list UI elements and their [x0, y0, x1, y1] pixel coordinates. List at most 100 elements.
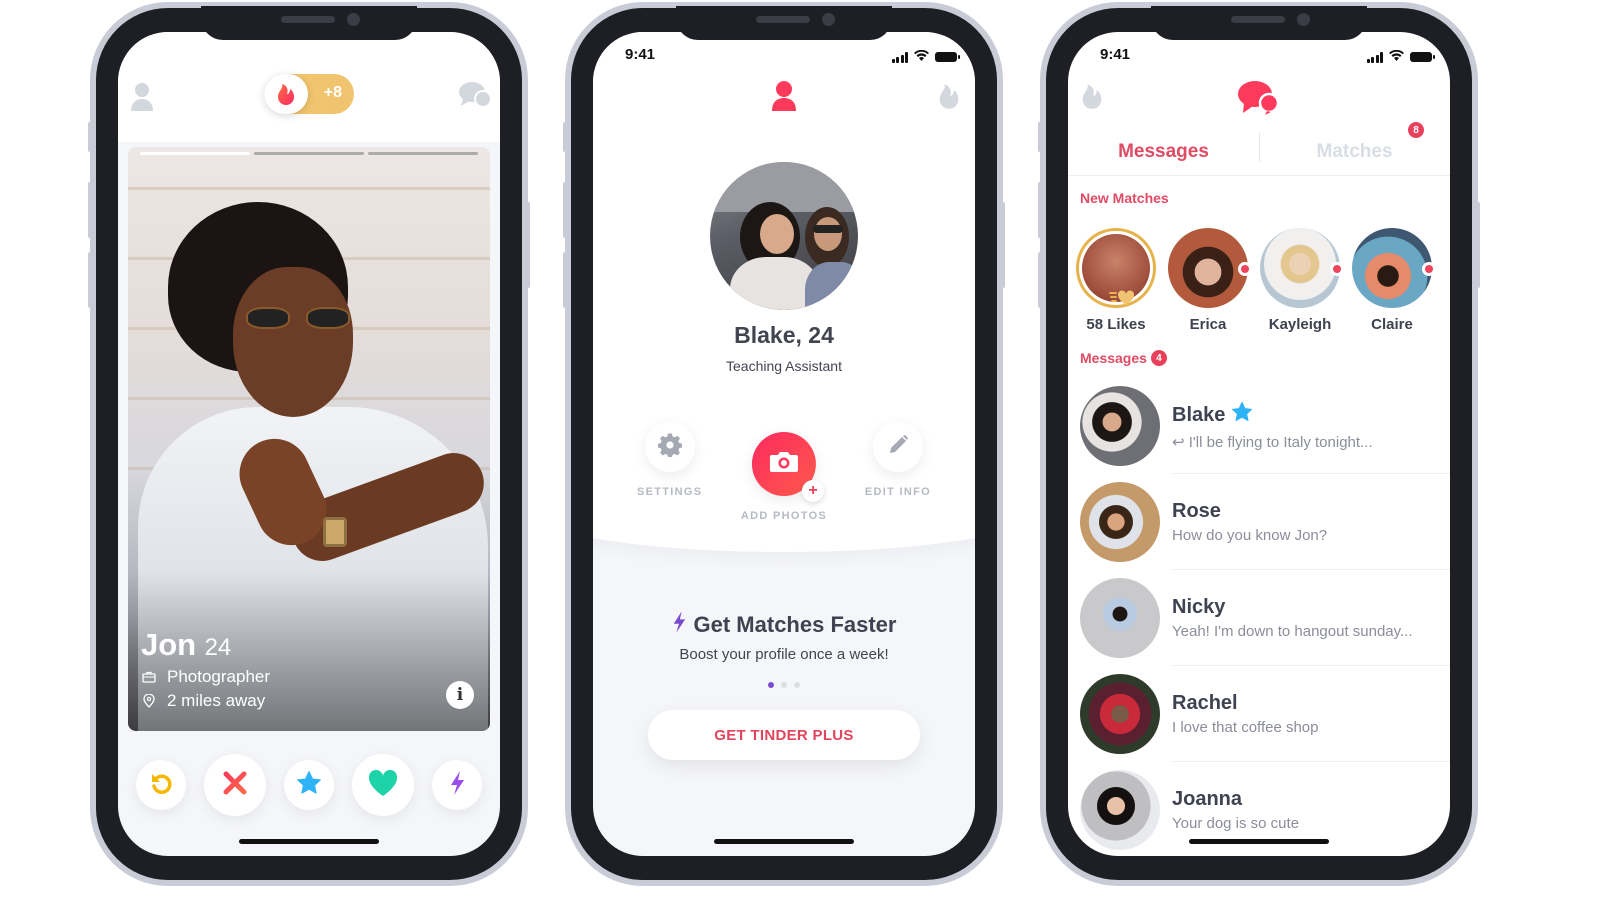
- photo-indicator: [254, 152, 364, 155]
- messages-section-label: Messages 4: [1080, 350, 1167, 366]
- gold-toggle[interactable]: +8: [264, 74, 354, 114]
- message-preview: I love that coffee shop: [1172, 719, 1319, 736]
- match-item[interactable]: Kayleigh: [1260, 228, 1344, 333]
- phone-side-button: [563, 252, 567, 308]
- promo-title: Get Matches Faster: [593, 610, 975, 640]
- message-row[interactable]: Nicky Yeah! I'm down to hangout sunday..…: [1068, 570, 1450, 666]
- phone-notch: [201, 6, 417, 40]
- location-pin-icon: [141, 694, 157, 708]
- like-button[interactable]: [352, 754, 414, 816]
- briefcase-icon: [141, 670, 157, 684]
- rewind-icon: [149, 771, 173, 800]
- new-matches-row[interactable]: 58 Likes Erica Kayleigh Claire: [1076, 228, 1436, 333]
- home-indicator[interactable]: [714, 839, 854, 844]
- wifi-icon: [914, 48, 929, 66]
- add-photos-button[interactable]: + ADD PHOTOS: [741, 432, 827, 522]
- card-distance: 2 miles away: [167, 691, 266, 710]
- tab-matches[interactable]: Matches 8: [1259, 122, 1450, 175]
- message-name: Nicky: [1172, 596, 1226, 618]
- top-nav: +8: [118, 32, 500, 142]
- profile-icon[interactable]: [130, 82, 154, 117]
- message-preview: Your dog is so cute: [1172, 815, 1300, 832]
- match-name: Claire: [1371, 316, 1413, 333]
- rewind-button[interactable]: [136, 760, 186, 810]
- info-button[interactable]: i: [446, 681, 474, 709]
- plus-icon: +: [801, 480, 824, 502]
- edit-info-label: EDIT INFO: [864, 486, 931, 498]
- messages-icon[interactable]: [1237, 80, 1281, 121]
- heart-icon: [368, 769, 398, 802]
- home-indicator[interactable]: [1189, 839, 1329, 844]
- close-icon: [222, 770, 248, 801]
- message-row[interactable]: Blake ↩ I'll be flying to Italy tonight.…: [1068, 378, 1450, 474]
- avatar: [1080, 674, 1160, 754]
- likes-item[interactable]: 58 Likes: [1076, 228, 1156, 333]
- match-item[interactable]: Claire: [1352, 228, 1436, 333]
- status-bar: 9:41: [1068, 44, 1450, 64]
- screen: 9:41 Blake, 24 Teaching Assistant SETTIN…: [593, 32, 975, 856]
- status-time: 9:41: [1100, 46, 1131, 63]
- messages-badge: 4: [1150, 350, 1167, 366]
- battery-icon: [935, 52, 960, 62]
- profile-card[interactable]: Jon 24 Photographer 2 miles away i: [128, 147, 490, 731]
- message-preview: How do you know Jon?: [1172, 527, 1328, 544]
- pencil-icon: [887, 434, 909, 461]
- swipe-actions: [118, 754, 500, 816]
- boost-button[interactable]: [432, 760, 482, 810]
- nope-button[interactable]: [204, 754, 266, 816]
- messages-label-text: Messages: [1080, 350, 1147, 366]
- phone-side-button: [1038, 252, 1042, 308]
- phone-side-button: [1476, 202, 1480, 288]
- home-indicator[interactable]: [239, 839, 379, 844]
- profile-icon[interactable]: [771, 80, 797, 117]
- tinder-flame-icon[interactable]: [1080, 82, 1104, 115]
- page-dot[interactable]: [794, 682, 800, 688]
- battery-icon: [1410, 52, 1435, 62]
- messages-icon[interactable]: [458, 80, 492, 115]
- screen: +8 Jon 24 Photographer 2 miles away i: [118, 32, 500, 856]
- phone-side-button: [1038, 122, 1042, 152]
- phone-side-button: [563, 122, 567, 152]
- tinder-flame-icon[interactable]: [937, 82, 961, 115]
- get-tinder-plus-button[interactable]: GET TINDER PLUS: [648, 710, 920, 760]
- phone-notch: [676, 6, 892, 40]
- edit-info-button[interactable]: EDIT INFO: [865, 422, 931, 498]
- photo-indicator: [368, 152, 478, 155]
- phone-notch: [1151, 6, 1367, 40]
- profile-photo[interactable]: [710, 162, 858, 310]
- tab-matches-label: Matches: [1316, 140, 1393, 162]
- match-name: Kayleigh: [1268, 316, 1332, 333]
- status-time: 9:41: [625, 46, 656, 63]
- tinder-flame-icon: [264, 74, 308, 114]
- star-icon: [1231, 401, 1253, 429]
- phone-side-button: [88, 182, 92, 238]
- super-like-button[interactable]: [284, 760, 334, 810]
- message-row[interactable]: Rose How do you know Jon?: [1068, 474, 1450, 570]
- matches-badge: 8: [1408, 122, 1424, 138]
- avatar: [1080, 386, 1160, 466]
- tab-messages-label: Messages: [1118, 140, 1209, 162]
- lightning-icon: [672, 610, 686, 640]
- message-row[interactable]: Rachel I love that coffee shop: [1068, 666, 1450, 762]
- lightning-icon: [449, 770, 465, 801]
- gold-heart-icon: [1109, 288, 1135, 311]
- unread-dot: [1238, 262, 1252, 276]
- phone-side-button: [88, 122, 92, 152]
- tab-messages[interactable]: Messages: [1068, 128, 1259, 175]
- avatar: [1080, 770, 1160, 850]
- messages-tabs: Messages Matches 8: [1068, 122, 1450, 176]
- settings-button[interactable]: SETTINGS: [637, 422, 702, 498]
- gear-icon: [657, 432, 682, 462]
- page-dot[interactable]: [768, 682, 774, 688]
- photo-progress: [140, 152, 478, 155]
- signal-icon: [1366, 51, 1383, 63]
- phone-profile-screen: 9:41 Blake, 24 Teaching Assistant SETTIN…: [563, 2, 1005, 886]
- new-matches-label: New Matches: [1080, 190, 1169, 206]
- match-item[interactable]: Erica: [1168, 228, 1252, 333]
- avatar: [1080, 482, 1160, 562]
- status-bar: 9:41: [593, 44, 975, 64]
- page-dot[interactable]: [781, 682, 787, 688]
- screen: 9:41 Messages Matches 8 New Matches 58 L…: [1068, 32, 1450, 856]
- phone-side-button: [1038, 182, 1042, 238]
- card-info: Jon 24 Photographer 2 miles away: [141, 627, 270, 711]
